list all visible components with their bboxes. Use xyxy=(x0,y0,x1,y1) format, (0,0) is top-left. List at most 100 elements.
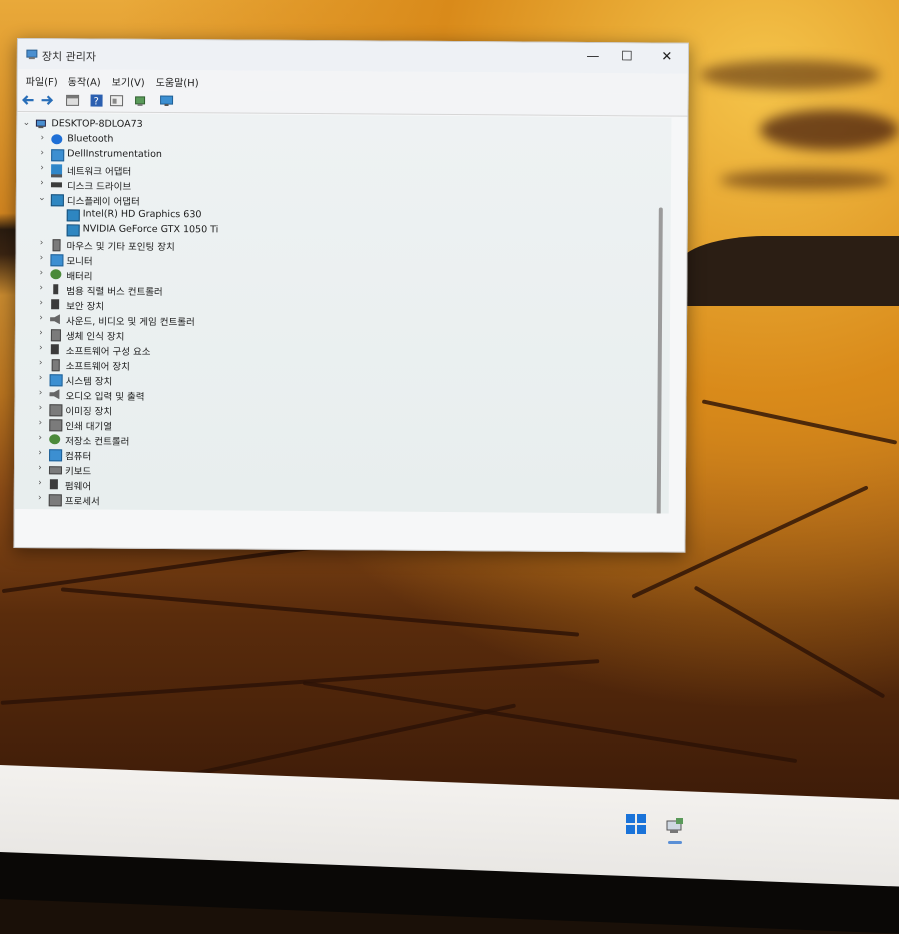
tree-node-label: 컴퓨터 xyxy=(65,448,91,462)
chevron-right-icon[interactable]: › xyxy=(37,133,47,143)
chevron-right-icon[interactable]: › xyxy=(36,358,46,368)
tree-node-label: 마우스 및 기타 포인팅 장치 xyxy=(67,238,175,253)
tree-node-label: 저장소 컨트롤러 xyxy=(65,433,129,447)
tree-node-label: 네트워크 어댑터 xyxy=(67,163,131,177)
forward-icon[interactable] xyxy=(40,93,54,107)
tree-node-label: 디스플레이 어댑터 xyxy=(67,193,140,208)
chevron-right-icon[interactable]: › xyxy=(35,493,45,503)
system-device-icon xyxy=(50,374,63,386)
active-app-indicator xyxy=(668,841,682,844)
camera-icon xyxy=(49,404,62,416)
chevron-right-icon[interactable]: › xyxy=(36,343,46,353)
update-driver-icon[interactable] xyxy=(134,94,148,108)
chevron-right-icon[interactable]: › xyxy=(35,433,45,443)
software-device-icon xyxy=(52,359,60,371)
chevron-right-icon[interactable]: › xyxy=(36,328,46,338)
tree-node-label: 생체 인식 장치 xyxy=(66,328,125,342)
disk-drive-icon xyxy=(51,182,62,187)
tree-node-label: 소프트웨어 장치 xyxy=(66,358,130,372)
tree-child-label: NVIDIA GeForce GTX 1050 Ti xyxy=(83,223,219,235)
processor-icon xyxy=(49,494,62,506)
title-bar[interactable]: 장치 관리자 — ☐ ✕ xyxy=(18,39,688,74)
menu-help[interactable]: 도움말(H) xyxy=(156,74,199,89)
tree-node-label: 키보드 xyxy=(65,463,91,477)
menu-action[interactable]: 동작(A) xyxy=(68,73,101,88)
vertical-scrollbar[interactable] xyxy=(656,207,662,513)
chevron-right-icon[interactable]: › xyxy=(35,388,45,398)
svg-text:?: ? xyxy=(94,97,99,108)
chevron-right-icon[interactable]: › xyxy=(35,478,45,488)
audio-icon xyxy=(49,389,60,399)
tree-node-label: 프로세서 xyxy=(65,493,100,507)
computer-icon xyxy=(35,119,46,129)
tree-node-label: 시스템 장치 xyxy=(66,373,113,387)
software-component-icon xyxy=(51,344,59,354)
chevron-right-icon[interactable]: › xyxy=(35,463,45,473)
security-device-icon xyxy=(51,299,59,309)
chevron-right-icon[interactable]: › xyxy=(35,403,45,413)
tree-node-label: 오디오 입력 및 출력 xyxy=(65,388,144,403)
tree-node-label: DellInstrumentation xyxy=(67,148,162,160)
monitor-icon xyxy=(50,254,63,266)
chevron-right-icon[interactable]: › xyxy=(36,298,46,308)
device-tree: ⌄ DESKTOP-8DLOA73 › Bluetooth › DellInstru… xyxy=(15,113,672,514)
network-adapter-icon xyxy=(51,164,62,177)
chevron-right-icon[interactable]: › xyxy=(36,253,46,263)
minimize-button[interactable]: — xyxy=(578,47,608,67)
tree-node-label: 모니터 xyxy=(66,253,92,267)
tree-root-label: DESKTOP-8DLOA73 xyxy=(51,118,142,130)
chevron-right-icon[interactable]: › xyxy=(37,163,47,173)
chevron-right-icon[interactable]: › xyxy=(35,418,45,428)
tree-node-label: 보안 장치 xyxy=(66,298,104,312)
monitor-icon[interactable] xyxy=(160,94,174,108)
mouse-icon xyxy=(53,239,61,251)
display-adapter-icon xyxy=(51,194,64,206)
tree-node-label: 인쇄 대기열 xyxy=(65,418,112,432)
tree-node-label: 소프트웨어 구성 요소 xyxy=(66,343,151,358)
usb-icon xyxy=(53,284,58,294)
tree-node-label: 펌웨어 xyxy=(65,478,91,492)
chevron-down-icon[interactable]: ⌄ xyxy=(21,118,31,128)
computer-icon xyxy=(49,449,62,461)
view-icon[interactable] xyxy=(110,94,124,108)
windows-start-icon[interactable] xyxy=(626,814,646,834)
chevron-right-icon[interactable]: › xyxy=(36,373,46,383)
chevron-right-icon[interactable]: › xyxy=(36,313,46,323)
chevron-right-icon[interactable]: › xyxy=(37,178,47,188)
chevron-right-icon[interactable]: › xyxy=(35,448,45,458)
properties-icon[interactable] xyxy=(66,93,80,107)
menu-view[interactable]: 보기(V) xyxy=(112,74,145,89)
tree-child-label: Intel(R) HD Graphics 630 xyxy=(83,208,202,220)
device-manager-icon xyxy=(26,48,38,60)
printer-icon xyxy=(49,419,62,431)
chevron-down-icon[interactable]: ⌄ xyxy=(37,193,47,203)
dell-icon xyxy=(51,149,64,161)
display-adapter-icon xyxy=(67,209,80,221)
menu-file[interactable]: 파일(F) xyxy=(26,73,58,88)
back-icon[interactable] xyxy=(22,93,36,107)
display-adapter-icon xyxy=(67,224,80,236)
maximize-button[interactable]: ☐ xyxy=(612,47,642,67)
chevron-right-icon[interactable]: › xyxy=(36,268,46,278)
tree-node-label: 사운드, 비디오 및 게임 컨트롤러 xyxy=(66,313,195,328)
tree-node-label: 범용 직렬 버스 컨트롤러 xyxy=(66,283,163,298)
device-manager-window: 장치 관리자 — ☐ ✕ 파일(F) 동작(A) 보기(V) 도움말(H) ? … xyxy=(13,38,689,553)
chevron-right-icon[interactable]: › xyxy=(36,283,46,293)
chevron-right-icon[interactable]: › xyxy=(37,148,47,158)
help-icon[interactable]: ? xyxy=(90,94,104,108)
device-manager-icon[interactable] xyxy=(664,815,686,837)
storage-controller-icon xyxy=(49,434,60,444)
speaker-icon xyxy=(50,314,61,324)
tree-node-label: 배터리 xyxy=(66,268,92,282)
tree-node-label: Bluetooth xyxy=(67,133,113,144)
battery-icon xyxy=(50,269,61,279)
keyboard-icon xyxy=(49,466,62,474)
firmware-icon xyxy=(50,479,58,489)
chevron-right-icon[interactable]: › xyxy=(37,238,47,248)
bluetooth-icon xyxy=(51,134,62,144)
close-button[interactable]: ✕ xyxy=(652,47,682,67)
biometric-icon xyxy=(51,329,61,341)
toolbar: ? xyxy=(17,89,687,117)
tree-node-label: 이미징 장치 xyxy=(65,403,112,417)
window-title: 장치 관리자 xyxy=(42,48,96,64)
